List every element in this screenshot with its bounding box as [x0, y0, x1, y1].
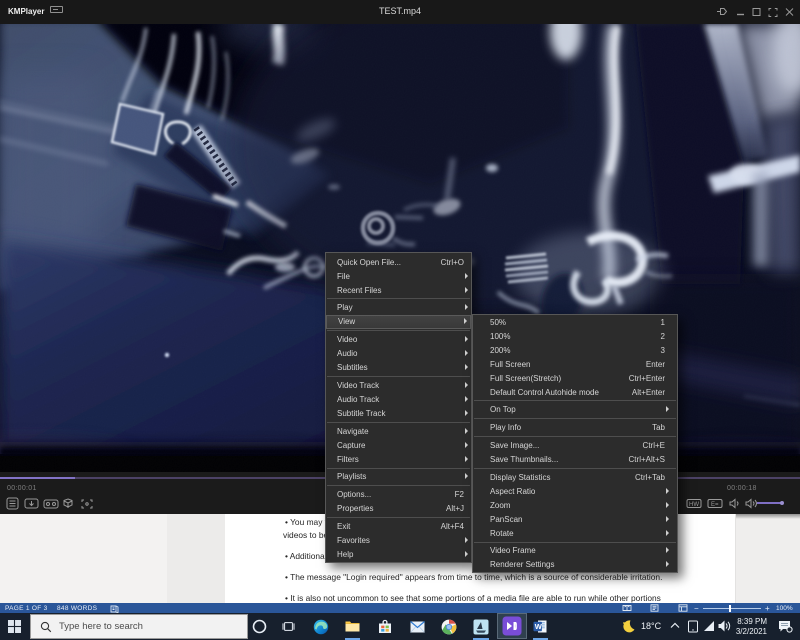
svg-text:E=: E= [711, 502, 719, 508]
svg-text:HW: HW [689, 502, 699, 508]
svg-text:W: W [535, 622, 543, 631]
